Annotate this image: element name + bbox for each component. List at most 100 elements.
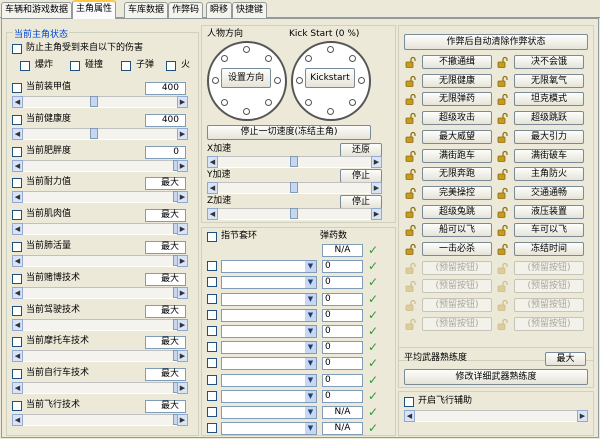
scroll-arrow-icon[interactable]: ▶ [177, 223, 188, 236]
dial-1-dot[interactable] [305, 98, 313, 106]
scroll-arrow-icon[interactable]: ▶ [177, 414, 188, 426]
accel-0-thumb[interactable] [290, 156, 298, 167]
cheat-10-0-button[interactable]: 一击必杀 [422, 242, 492, 256]
lock-open-icon[interactable] [405, 150, 416, 162]
modify-weapon-button[interactable]: 修改详细武器熟练度 [404, 369, 588, 385]
dropdown-arrow-icon[interactable]: ▼ [305, 342, 316, 354]
lock-open-icon[interactable] [405, 206, 416, 218]
weapon-11-select[interactable]: ▼ [221, 422, 317, 436]
dial-0-dot[interactable] [264, 98, 272, 106]
attr-9-checkbox[interactable] [12, 369, 22, 380]
weapon-6-checkbox[interactable] [207, 342, 217, 353]
cheat-1-1-button[interactable]: 无限氧气 [514, 73, 584, 88]
cheat-8-0-button[interactable]: 超级兔跳 [422, 204, 492, 219]
attr-2-checkbox[interactable] [12, 146, 22, 157]
lock-open-icon[interactable] [405, 187, 416, 199]
attr-10-slider[interactable] [12, 414, 188, 426]
scroll-arrow-icon[interactable]: ◀ [207, 208, 218, 220]
attr-8-slider[interactable] [12, 350, 188, 363]
dial-1-dot[interactable] [348, 55, 356, 63]
dropdown-arrow-icon[interactable]: ▼ [305, 293, 316, 305]
scroll-arrow-icon[interactable]: ▶ [177, 96, 188, 108]
cheat-1-0-button[interactable]: 无限健康 [422, 73, 492, 88]
weapon-9-checkbox[interactable] [207, 390, 217, 401]
lock-open-icon[interactable] [497, 168, 508, 181]
weapon-5-select[interactable]: ▼ [221, 325, 317, 338]
attr-9-value[interactable]: 最大 [145, 368, 186, 382]
cheat-4-0-button[interactable]: 最大威望 [422, 129, 492, 144]
checkmark-icon[interactable]: ✓ [367, 325, 379, 338]
lock-open-icon[interactable] [497, 112, 508, 124]
ammo-2-value[interactable]: 0 [322, 276, 363, 290]
dial-0-dot[interactable] [274, 77, 281, 84]
weapon-11-checkbox[interactable] [207, 423, 217, 434]
attr-2-value[interactable]: 0 [145, 145, 186, 159]
damage-0-checkbox[interactable] [20, 61, 30, 71]
cheat-7-1-button[interactable]: 交通通畅 [514, 185, 584, 200]
scroll-arrow-icon[interactable]: ◀ [12, 350, 23, 363]
tab-3[interactable]: 作弊码 [168, 2, 204, 18]
lock-open-icon[interactable] [405, 131, 416, 143]
dial-1-dot[interactable] [296, 77, 303, 84]
checkmark-icon[interactable]: ✓ [367, 260, 379, 273]
weapon-5-checkbox[interactable] [207, 326, 217, 336]
tab-0[interactable]: 车辆和游戏数据 [1, 2, 73, 18]
attr-3-checkbox[interactable] [12, 178, 22, 189]
cheat-0-0-button[interactable]: 不撤通缉 [422, 55, 492, 69]
weapon-8-select[interactable]: ▼ [221, 373, 317, 387]
cheat-2-0-button[interactable]: 无限弹药 [422, 92, 492, 107]
scroll-arrow-icon[interactable]: ▶ [177, 350, 188, 363]
attr-2-slider[interactable] [12, 159, 188, 172]
attr-0-value[interactable]: 400 [145, 82, 186, 95]
checkmark-icon[interactable]: ✓ [367, 406, 379, 419]
lock-open-icon[interactable] [497, 93, 508, 106]
dropdown-arrow-icon[interactable]: ▼ [305, 277, 316, 289]
attr-0-thumb[interactable] [90, 96, 98, 107]
scroll-arrow-icon[interactable]: ◀ [12, 286, 23, 299]
stop-all-speed-button[interactable]: 停止一切速度(冻结主角) [207, 125, 371, 140]
tab-1[interactable]: 主角属性 [72, 0, 117, 19]
lock-open-icon[interactable] [497, 56, 508, 68]
attr-4-checkbox[interactable] [12, 210, 22, 221]
lock-open-icon[interactable] [405, 168, 416, 181]
lock-open-icon[interactable] [497, 131, 508, 143]
scroll-arrow-icon[interactable]: ◀ [12, 96, 23, 108]
lock-open-icon[interactable] [405, 112, 416, 124]
dial-0-dot[interactable] [243, 108, 250, 115]
cheat-9-1-button[interactable]: 车可以飞 [514, 223, 584, 238]
dial-0-dot[interactable] [264, 55, 272, 63]
checkmark-icon[interactable]: ✓ [367, 422, 379, 435]
ammo-8-value[interactable]: 0 [322, 373, 363, 387]
scroll-arrow-icon[interactable]: ◀ [207, 182, 218, 194]
scroll-arrow-icon[interactable]: ▶ [177, 127, 188, 140]
attr-1-checkbox[interactable] [12, 114, 22, 125]
scroll-arrow-icon[interactable]: ◀ [207, 156, 218, 168]
weapon-4-select[interactable]: ▼ [221, 308, 317, 322]
weapon-1-checkbox[interactable] [207, 261, 217, 272]
lock-open-icon[interactable] [405, 56, 416, 68]
attr-9-slider[interactable] [12, 382, 188, 395]
cheat-3-0-button[interactable]: 超级攻击 [422, 111, 492, 126]
checkmark-icon[interactable]: ✓ [367, 357, 379, 370]
damage-3-checkbox[interactable] [166, 61, 176, 71]
attr-6-value[interactable]: 最大 [145, 272, 186, 286]
attr-0-slider[interactable] [12, 96, 188, 108]
weapon-4-checkbox[interactable] [207, 309, 217, 320]
weapon-2-select[interactable]: ▼ [221, 276, 317, 290]
weapon-6-select[interactable]: ▼ [221, 341, 317, 355]
lock-open-icon[interactable] [497, 243, 508, 255]
scroll-arrow-icon[interactable]: ▶ [177, 255, 188, 267]
weapon-2-checkbox[interactable] [207, 277, 217, 288]
weapon-7-checkbox[interactable] [207, 358, 217, 369]
ammo-9-value[interactable]: 0 [322, 389, 363, 403]
attr-7-value[interactable]: 最大 [145, 304, 186, 318]
cheat-5-1-button[interactable]: 满街破车 [514, 148, 584, 163]
attr-6-slider[interactable] [12, 286, 188, 299]
attr-10-checkbox[interactable] [12, 401, 22, 411]
attr-5-checkbox[interactable] [12, 242, 22, 252]
dial-1-dot[interactable] [348, 98, 356, 106]
dial-1-dot[interactable] [327, 108, 334, 115]
cheat-2-1-button[interactable]: 坦克模式 [514, 92, 584, 107]
attr-1-thumb[interactable] [90, 127, 98, 139]
ammo-10-value[interactable]: N/A [322, 406, 363, 419]
